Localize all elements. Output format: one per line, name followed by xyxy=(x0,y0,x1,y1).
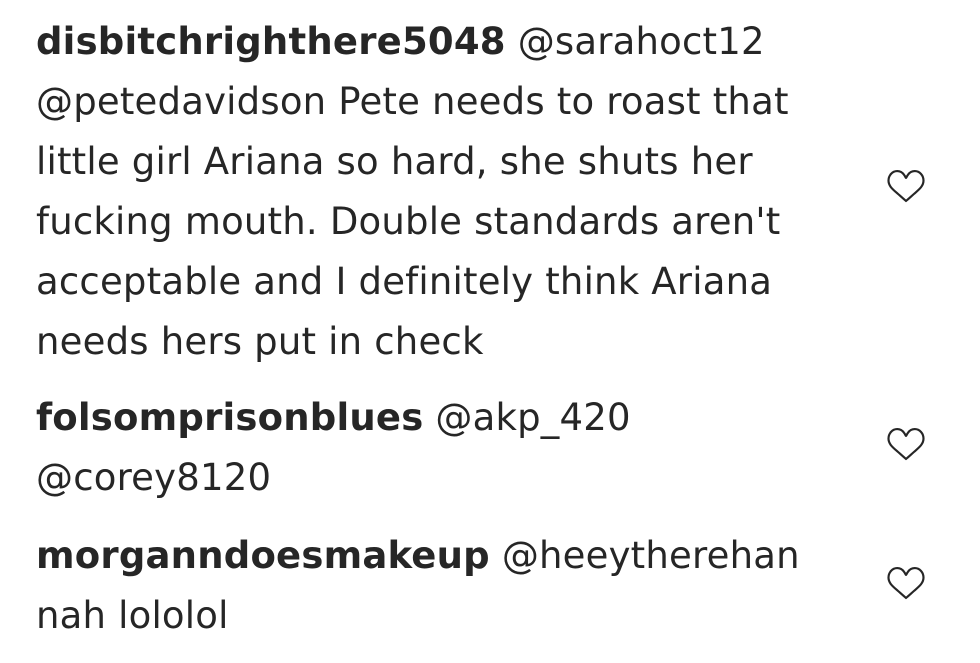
comment-username[interactable]: folsomprisonblues xyxy=(36,396,423,439)
comment-text-block: morganndoesmakeup @heeytherehan nah lolo… xyxy=(36,526,856,646)
heart-outline-icon xyxy=(887,169,925,203)
comment-item: morganndoesmakeup @heeytherehan nah lolo… xyxy=(36,526,856,646)
comment-username[interactable]: disbitchrighthere5048 xyxy=(36,20,506,63)
heart-outline-icon xyxy=(887,427,925,461)
heart-outline-icon xyxy=(887,566,925,600)
comment-text-block: folsomprisonblues @akp_420 @corey8120 xyxy=(36,388,856,508)
comment-text-block: disbitchrighthere5048 @sarahoct12 @peted… xyxy=(36,12,856,372)
comment-item: folsomprisonblues @akp_420 @corey8120 xyxy=(36,388,856,508)
comment-username[interactable]: morganndoesmakeup xyxy=(36,534,490,577)
comment-list: disbitchrighthere5048 @sarahoct12 @peted… xyxy=(0,0,980,663)
like-heart-icon[interactable] xyxy=(884,424,928,464)
like-heart-icon[interactable] xyxy=(884,166,928,206)
comment-body: @sarahoct12 @petedavidson Pete needs to … xyxy=(36,20,789,363)
like-heart-icon[interactable] xyxy=(884,563,928,603)
comment-item: disbitchrighthere5048 @sarahoct12 @peted… xyxy=(36,12,856,372)
